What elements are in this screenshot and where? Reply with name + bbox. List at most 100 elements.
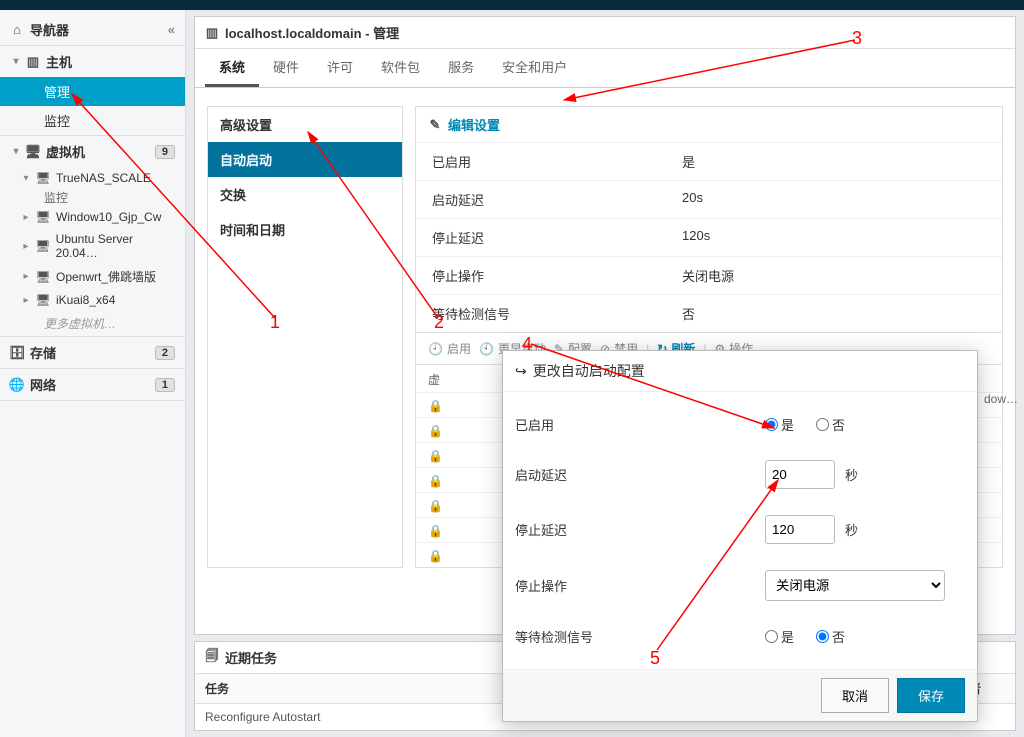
radio-no[interactable]: 否 (816, 415, 845, 434)
prop-label: 已启用 (432, 152, 682, 171)
autostart-config-dialog: ↪ 更改自动启动配置 已启用 是 否 启动延迟 秒 停止延迟 秒 停止操作 (502, 350, 978, 722)
prop-row-startdelay: 启动延迟 20s (416, 180, 1002, 218)
nav-vm-openwrt[interactable]: ▸ 🖥 Openwrt_佛跳墙版 (0, 264, 185, 289)
radio-yes[interactable]: 是 (765, 415, 794, 434)
vm-icon: 🖥 (36, 171, 50, 185)
nav-more-vms[interactable]: 更多虚拟机… (0, 311, 185, 336)
prop-value: 20s (682, 190, 703, 209)
lock-icon: 🔒 (428, 424, 443, 438)
lock-icon: 🔒 (428, 499, 443, 513)
main-tabs: 系统 硬件 许可 软件包 服务 安全和用户 (195, 49, 1015, 88)
chevron-down-icon: ▾ (10, 56, 22, 67)
waitsignal-radio-group: 是 否 (765, 627, 857, 646)
waitsignal-label: 等待检测信号 (515, 627, 765, 646)
window-topbar (0, 0, 1024, 10)
tab-hardware[interactable]: 硬件 (259, 49, 313, 87)
chevron-right-icon: ▸ (20, 212, 32, 223)
edit-settings-button[interactable]: ✎ 编辑设置 (416, 107, 1002, 142)
settings-item-autostart[interactable]: 自动启动 (208, 142, 402, 177)
chevron-down-icon: ▾ (10, 146, 22, 157)
radio-no[interactable]: 否 (816, 627, 845, 646)
radio-no-input[interactable] (816, 630, 829, 643)
storage-icon: 🗄 (10, 346, 24, 360)
clock-plus-icon: 🕙 (479, 342, 494, 356)
nav-vm-header[interactable]: ▾ 🖥 虚拟机 9 (0, 136, 185, 167)
truncated-label: dow… (984, 392, 1024, 406)
stopdelay-label: 停止延迟 (515, 520, 765, 539)
nav-section-host: ▾ ▥ 主机 管理 监控 (0, 46, 185, 136)
tab-services[interactable]: 服务 (434, 49, 488, 87)
nav-vm-truenas-monitor[interactable]: 监控 (0, 189, 185, 206)
radio-yes[interactable]: 是 (765, 627, 794, 646)
navigator-title: 导航器 (30, 20, 69, 39)
host-icon: ▥ (205, 26, 219, 40)
startdelay-label: 启动延迟 (515, 465, 765, 484)
dialog-title: ↪ 更改自动启动配置 (503, 351, 977, 392)
lock-icon: 🔒 (428, 474, 443, 488)
vm-list-title: 虚 (428, 373, 440, 387)
tab-security[interactable]: 安全和用户 (488, 49, 581, 87)
nav-network-label: 网络 (30, 375, 56, 394)
radio-yes-input[interactable] (765, 630, 778, 643)
tab-license[interactable]: 许可 (313, 49, 367, 87)
stopdelay-input[interactable] (765, 515, 835, 544)
prop-row-waitsignal: 等待检测信号 否 (416, 294, 1002, 332)
stopaction-select[interactable]: 关闭电源 (765, 570, 945, 601)
vm-icon: 🖥 (36, 210, 50, 224)
save-button[interactable]: 保存 (897, 678, 965, 713)
drow-stopaction: 停止操作 关闭电源 (515, 557, 965, 614)
cancel-button[interactable]: 取消 (821, 678, 889, 713)
nav-network[interactable]: 🌐 网络 1 (0, 369, 185, 401)
seconds-label: 秒 (845, 465, 858, 484)
nav-vm-ubuntu[interactable]: ▸ 🖥 Ubuntu Server 20.04… (0, 228, 185, 264)
panel-title-text: localhost.localdomain - 管理 (225, 23, 399, 42)
radio-no-label: 否 (832, 627, 845, 646)
settings-item-advanced[interactable]: 高级设置 (208, 107, 402, 142)
nav-storage-label: 存储 (30, 343, 56, 362)
storage-count-badge: 2 (155, 346, 175, 360)
prop-value: 是 (682, 152, 695, 171)
clock-icon: 🕘 (428, 342, 443, 356)
tab-packages[interactable]: 软件包 (367, 49, 434, 87)
radio-no-input[interactable] (816, 418, 829, 431)
tasks-icon: 🗐 (205, 651, 219, 665)
nav-vm-truenas[interactable]: ▾ 🖥 TrueNAS_SCALE (0, 167, 185, 189)
network-icon: 🌐 (10, 378, 24, 392)
nav-vm-label: Ubuntu Server 20.04… (56, 232, 175, 260)
prop-label: 启动延迟 (432, 190, 682, 209)
prop-value: 120s (682, 228, 710, 247)
nav-section-vm: ▾ 🖥 虚拟机 9 ▾ 🖥 TrueNAS_SCALE 监控 ▸ 🖥 Windo… (0, 136, 185, 337)
chevron-down-icon: ▾ (20, 173, 32, 184)
vm-icon: 🖥 (36, 239, 50, 253)
radio-yes-input[interactable] (765, 418, 778, 431)
nav-storage[interactable]: 🗄 存储 2 (0, 337, 185, 369)
settings-item-swap[interactable]: 交换 (208, 177, 402, 212)
prop-label: 停止延迟 (432, 228, 682, 247)
vm-icon: 🖥 (36, 293, 50, 307)
prop-label: 等待检测信号 (432, 304, 682, 323)
nav-host-header[interactable]: ▾ ▥ 主机 (0, 46, 185, 77)
nav-item-monitor[interactable]: 监控 (0, 106, 185, 135)
prop-row-stopdelay: 停止延迟 120s (416, 218, 1002, 256)
settings-item-timedate[interactable]: 时间和日期 (208, 212, 402, 247)
settings-sidebar: 高级设置 自动启动 交换 时间和日期 (207, 106, 403, 568)
nav-vm-window10[interactable]: ▸ 🖥 Window10_Gjp_Cw (0, 206, 185, 228)
drow-waitsignal: 等待检测信号 是 否 (515, 614, 965, 659)
panel-title: ▥ localhost.localdomain - 管理 (195, 17, 1015, 49)
chevron-right-icon: ▸ (20, 271, 32, 282)
chevron-right-icon: ▸ (20, 241, 32, 252)
nav-item-manage[interactable]: 管理 (0, 77, 185, 106)
radio-yes-label: 是 (781, 627, 794, 646)
tab-system[interactable]: 系统 (205, 49, 259, 87)
startdelay-input[interactable] (765, 460, 835, 489)
radio-yes-label: 是 (781, 415, 794, 434)
prop-row-stopaction: 停止操作 关闭电源 (416, 256, 1002, 294)
nav-vm-ikuai[interactable]: ▸ 🖥 iKuai8_x64 (0, 289, 185, 311)
seconds-label: 秒 (845, 520, 858, 539)
toolbar-enable[interactable]: 🕘启用 (428, 340, 471, 357)
vm-count-badge: 9 (155, 145, 175, 159)
tasks-title-label: 近期任务 (225, 648, 277, 667)
home-icon: ⌂ (10, 23, 24, 37)
collapse-icon[interactable]: « (168, 22, 175, 37)
prop-label: 停止操作 (432, 266, 682, 285)
